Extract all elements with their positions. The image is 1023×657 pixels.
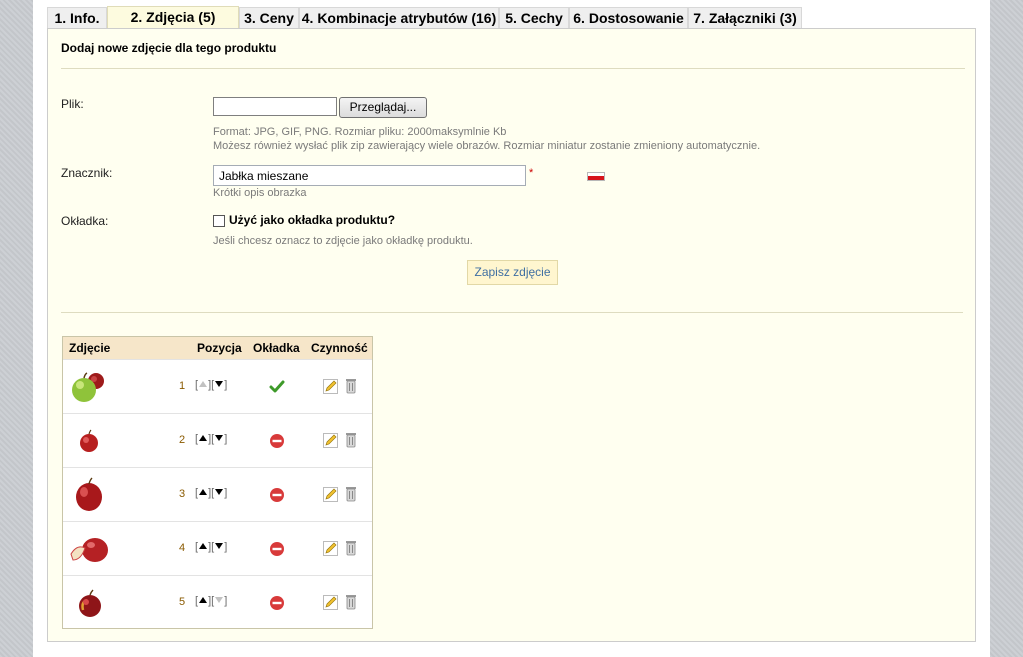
- apple-thumbnail-icon[interactable]: [69, 476, 109, 514]
- move-up-icon[interactable]: [199, 597, 208, 603]
- tag-hint: Krótki opis obrazka: [213, 187, 307, 199]
- tag-input[interactable]: Jabłka mieszane: [213, 165, 526, 186]
- position-arrows: [][]: [195, 541, 228, 553]
- delete-trash-icon[interactable]: [345, 594, 357, 610]
- not-cover-icon: [270, 488, 284, 502]
- header-cover: Okładka: [253, 341, 300, 355]
- images-table: Zdjęcie Pozycja Okładka Czynność 1 [][] …: [62, 336, 373, 629]
- tab-prices[interactable]: 3. Ceny: [239, 7, 299, 28]
- table-header: Zdjęcie Pozycja Okładka Czynność: [63, 337, 372, 359]
- zip-upload-hint: Możesz również wysłać plik zip zawierają…: [213, 140, 761, 152]
- move-up-icon: [199, 381, 208, 387]
- header-position: Pozycja: [197, 341, 242, 355]
- move-down-icon[interactable]: [215, 381, 224, 387]
- table-row: 1 [][]: [63, 359, 372, 413]
- tab-features[interactable]: 5. Cechy: [499, 7, 569, 28]
- tab-combinations[interactable]: 4. Kombinacje atrybutów (16): [299, 7, 499, 28]
- file-format-hint: Format: JPG, GIF, PNG. Rozmiar pliku: 20…: [213, 126, 507, 138]
- file-path-field[interactable]: [213, 97, 337, 116]
- tab-customization[interactable]: 6. Dostosowanie: [569, 7, 688, 28]
- position-arrows: [][]: [195, 595, 228, 607]
- divider-bottom: [61, 312, 963, 313]
- save-image-button[interactable]: Zapisz zdjęcie: [467, 260, 558, 285]
- required-mark: *: [529, 167, 534, 179]
- not-cover-icon: [270, 596, 284, 610]
- header-image: Zdjęcie: [69, 341, 111, 355]
- move-up-icon[interactable]: [199, 435, 208, 441]
- header-actions: Czynność: [311, 341, 368, 355]
- position-number: 5: [179, 596, 186, 608]
- pl-flag-icon[interactable]: [587, 172, 605, 181]
- edit-pencil-icon[interactable]: [323, 541, 338, 556]
- position-arrows: [][]: [195, 487, 228, 499]
- table-row: 2 [][]: [63, 413, 372, 467]
- cover-hint: Jeśli chcesz oznacz to zdjęcie jako okła…: [213, 235, 473, 247]
- move-down-icon[interactable]: [215, 435, 224, 441]
- position-number: 4: [179, 542, 186, 554]
- divider-top: [61, 68, 965, 69]
- table-row: 4 [][]: [63, 521, 372, 575]
- move-down-icon[interactable]: [215, 489, 224, 495]
- table-row: 3 [][]: [63, 467, 372, 521]
- not-cover-icon: [270, 542, 284, 556]
- edit-pencil-icon[interactable]: [323, 595, 338, 610]
- move-down-icon[interactable]: [215, 543, 224, 549]
- checkmark-icon: [269, 380, 285, 393]
- edit-pencil-icon[interactable]: [323, 379, 338, 394]
- cover-checkbox-label[interactable]: Użyć jako okładka produktu?: [229, 213, 395, 227]
- cover-label: Okładka:: [61, 214, 109, 228]
- position-arrows: [][]: [195, 379, 228, 391]
- move-up-icon[interactable]: [199, 543, 208, 549]
- not-cover-icon: [270, 434, 284, 448]
- move-up-icon[interactable]: [199, 489, 208, 495]
- tab-images[interactable]: 2. Zdjęcia (5): [107, 6, 239, 29]
- move-down-icon: [215, 597, 224, 603]
- apple-thumbnail-icon[interactable]: [69, 530, 109, 568]
- edit-pencil-icon[interactable]: [323, 487, 338, 502]
- delete-trash-icon[interactable]: [345, 378, 357, 394]
- position-number: 3: [179, 488, 186, 500]
- form-heading: Dodaj nowe zdjęcie dla tego produktu: [61, 41, 277, 55]
- tag-label: Znacznik:: [61, 166, 113, 180]
- apple-thumbnail-icon[interactable]: [69, 422, 109, 460]
- apple-thumbnail-icon[interactable]: [69, 584, 109, 622]
- position-arrows: [][]: [195, 433, 228, 445]
- file-label: Plik:: [61, 97, 84, 111]
- tab-attachments[interactable]: 7. Załączniki (3): [688, 7, 802, 28]
- delete-trash-icon[interactable]: [345, 432, 357, 448]
- apple-thumbnail-icon[interactable]: [69, 368, 109, 406]
- cover-checkbox[interactable]: [213, 215, 225, 227]
- edit-pencil-icon[interactable]: [323, 433, 338, 448]
- position-number: 2: [179, 434, 186, 446]
- position-number: 1: [179, 380, 186, 392]
- delete-trash-icon[interactable]: [345, 486, 357, 502]
- table-row: 5 [][]: [63, 575, 372, 629]
- tab-info[interactable]: 1. Info.: [47, 7, 107, 28]
- delete-trash-icon[interactable]: [345, 540, 357, 556]
- browse-button[interactable]: Przeglądaj...: [339, 97, 427, 118]
